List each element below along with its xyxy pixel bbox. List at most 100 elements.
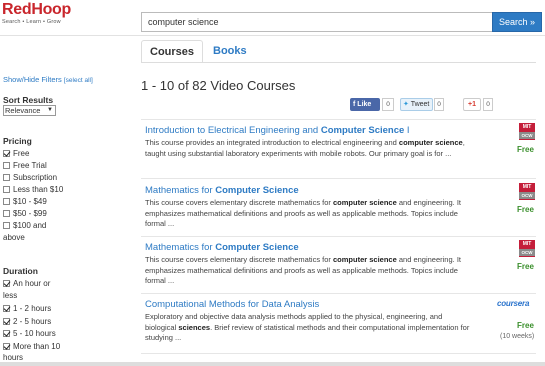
checkbox[interactable] [3,222,10,229]
header: RedHoop Search • Learn • Grow Search » [0,0,545,36]
mit-ocw-logo: MIT OCW [519,183,535,200]
tab-books[interactable]: Books [205,40,253,62]
course-title-link[interactable]: Computational Methods for Data Analysis [145,299,319,310]
desc-highlight: sciences [178,322,211,332]
tweet-button[interactable]: ✦ Tweet [400,98,433,111]
pricing-heading: Pricing [3,136,32,146]
filter-label: More than 10 [13,342,61,351]
desc-highlight: computer science [398,138,463,147]
filter-label: $50 - $99 [13,209,47,218]
filter-option[interactable]: Free [3,148,29,159]
course-title-link[interactable]: Introduction to Electrical Engineering a… [145,125,410,136]
desc-text: This course provides an integrated intro… [145,138,399,147]
course-duration: (10 weeks) [500,333,535,340]
title-text: Mathematics for [145,185,216,196]
course-title-link[interactable]: Mathematics for Computer Science [145,242,299,253]
price-label: Free [517,321,534,330]
checkbox[interactable] [3,280,10,287]
checkbox[interactable] [3,174,10,181]
filter-label-continued: above [3,233,25,242]
title-highlight: Computer Science [215,242,299,253]
filter-label: Free [13,149,30,158]
checkbox[interactable] [3,186,10,193]
filter-label: $10 - $49 [13,197,47,206]
title-text: Mathematics for [145,242,216,253]
filter-label: 2 - 5 hours [13,317,52,326]
filter-option[interactable]: $100 and [3,220,46,231]
checkbox[interactable] [3,210,10,217]
desc-text: This course covers elementary discrete m… [145,255,333,264]
filter-label: Less than $10 [13,185,64,194]
price-label: Free [517,262,534,271]
checkbox[interactable] [3,150,10,157]
desc-text: This course covers elementary discrete m… [145,198,333,207]
price-label: Free [517,145,534,154]
result-divider [141,178,536,179]
logo-tagline: Search • Learn • Grow [2,19,61,25]
title-text: I [404,125,410,136]
coursera-logo: coursera [497,299,530,308]
desc-highlight: computer science [332,255,397,264]
like-label: Like [357,101,372,108]
logo-text: RedHoop [2,1,72,18]
course-title-link[interactable]: Mathematics for Computer Science [145,185,299,196]
mit-ocw-logo: MIT OCW [519,240,535,257]
filter-option[interactable]: More than 10 [3,341,60,352]
course-description: This course covers elementary discrete m… [145,255,475,287]
filter-label: Free Trial [13,161,47,170]
checkbox[interactable] [3,343,10,350]
sort-select[interactable]: Relevance ▼ [3,105,56,116]
checkbox[interactable] [3,198,10,205]
checkbox[interactable] [3,162,10,169]
show-hide-filters-link[interactable]: Show/Hide Filters [3,75,62,84]
google-plus-button[interactable]: +1 [463,98,481,111]
tweet-count: 0 [434,98,444,111]
filter-option[interactable]: $50 - $99 [3,208,47,219]
result-divider [141,353,536,354]
course-description: Exploratory and objective data analysis … [145,312,475,344]
filter-option[interactable]: Free Trial [3,160,47,171]
course-description: This course covers elementary discrete m… [145,198,475,230]
facebook-icon: f [353,101,356,108]
window-bottom-edge [0,362,545,366]
filter-label: 5 - 10 hours [13,329,56,338]
tweet-label: Tweet [410,101,430,108]
filter-option[interactable]: Less than $10 [3,184,63,195]
tab-courses[interactable]: Courses [141,40,203,62]
course-description: This course provides an integrated intro… [145,138,475,159]
filter-toggle: Show/Hide Filters [select all] [3,75,93,84]
title-text: Introduction to Electrical Engineering a… [145,125,321,136]
tab-divider [141,62,536,63]
filter-label: An hour or [13,279,51,288]
redhoop-logo[interactable]: RedHoop Search • Learn • Grow [2,1,72,26]
select-all-link[interactable]: [select all] [64,77,93,84]
duration-heading: Duration [3,266,38,276]
like-count: 0 [382,98,394,111]
result-divider [141,119,536,120]
checkbox[interactable] [3,318,10,325]
search-input[interactable] [141,12,493,32]
title-highlight: Computer Science [215,185,299,196]
filter-label: Subscription [13,173,58,182]
filter-option[interactable]: 2 - 5 hours [3,316,51,327]
checkbox[interactable] [3,330,10,337]
filter-label: 1 - 2 hours [13,304,52,313]
price-label: Free [517,205,534,214]
filter-option[interactable]: 1 - 2 hours [3,303,51,314]
sort-value: Relevance [5,106,41,115]
filter-option[interactable]: 5 - 10 hours [3,328,56,339]
desc-highlight: computer science [332,198,397,207]
results-summary: 1 - 10 of 82 Video Courses [141,78,296,93]
title-highlight: Computer Science [320,125,405,136]
filter-label-continued: less [3,291,18,300]
filter-option[interactable]: Subscription [3,172,57,183]
facebook-like-button[interactable]: f Like [350,98,380,111]
result-divider [141,236,536,237]
filter-option[interactable]: An hour or [3,278,50,289]
result-divider [141,293,536,294]
search-button[interactable]: Search » [492,12,542,32]
chevron-down-icon: ▼ [47,107,53,113]
filter-option[interactable]: $10 - $49 [3,196,47,207]
checkbox[interactable] [3,305,10,312]
gplus-count: 0 [483,98,493,111]
